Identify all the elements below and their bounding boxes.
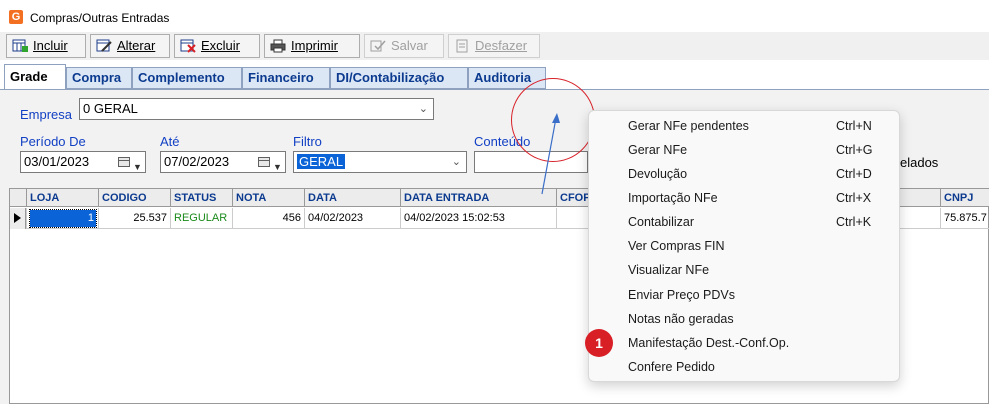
tab-financeiro[interactable]: Financeiro: [242, 67, 330, 89]
caret-down-icon: ▼: [133, 162, 142, 172]
tab-strip: Grade Compra Complemento Financeiro DI/C…: [0, 64, 989, 90]
column-header-codigo[interactable]: CODIGO: [98, 189, 170, 207]
insert-record-icon: [12, 39, 28, 52]
cell-loja[interactable]: 1: [26, 208, 98, 229]
menu-item-label: Contabilizar: [628, 215, 695, 229]
column-header-cnpj[interactable]: CNPJ: [940, 189, 989, 207]
menu-item-label: Enviar Preço PDVs: [628, 288, 735, 302]
menu-item-devolucao[interactable]: Devolução Ctrl+D: [589, 162, 899, 186]
menu-item-confere-pedido[interactable]: Confere Pedido: [589, 355, 899, 379]
chevron-down-icon: ⌄: [418, 103, 428, 115]
menu-item-label: Ver Compras FIN: [628, 239, 725, 253]
filtro-select[interactable]: GERAL ⌄: [293, 151, 467, 173]
tab-grade[interactable]: Grade: [4, 64, 66, 90]
alterar-label: Alterar: [117, 38, 156, 53]
imprimir-label: Imprimir: [291, 38, 338, 53]
cell-codigo[interactable]: 25.537: [98, 208, 170, 229]
cell-loja-value: 1: [29, 209, 97, 228]
filtro-value: GERAL: [297, 154, 346, 169]
desfazer-label: Desfazer: [475, 38, 528, 53]
menu-item-manifestacao-dest[interactable]: Manifestação Dest.-Conf.Op.: [589, 331, 899, 355]
tab-complemento[interactable]: Complemento: [132, 67, 242, 89]
column-header-data[interactable]: DATA: [304, 189, 400, 207]
menu-item-ver-compras-fin[interactable]: Ver Compras FIN: [589, 234, 899, 258]
delete-record-icon: [180, 39, 196, 53]
salvar-button[interactable]: Salvar: [364, 34, 444, 58]
periodo-date-input[interactable]: 03/01/2023 ▼: [20, 151, 146, 173]
edit-record-icon: [96, 39, 112, 52]
menu-item-shortcut: Ctrl+X: [836, 191, 872, 205]
cell-cnpj[interactable]: 75.875.7: [940, 208, 989, 229]
context-menu: Gerar NFe pendentes Ctrl+N Gerar NFe Ctr…: [588, 110, 900, 382]
calendar-icon[interactable]: [258, 157, 270, 167]
cell-nota[interactable]: 456: [232, 208, 304, 229]
caret-down-icon: ▼: [273, 162, 282, 172]
menu-item-gerar-nfe[interactable]: Gerar NFe Ctrl+G: [589, 138, 899, 162]
cell-data[interactable]: 04/02/2023: [304, 208, 400, 229]
column-header-nota[interactable]: NOTA: [232, 189, 304, 207]
cancelados-partial-label: elados: [900, 155, 939, 170]
menu-item-label: Confere Pedido: [628, 360, 715, 374]
menu-item-shortcut: Ctrl+K: [836, 215, 872, 229]
toolbar: Incluir Alterar Excluir Imprimir Salvar …: [0, 32, 989, 60]
menu-item-label: Gerar NFe: [628, 143, 688, 157]
ate-date-input[interactable]: 07/02/2023 ▼: [160, 151, 286, 173]
printer-icon: [270, 39, 286, 53]
column-header-loja[interactable]: LOJA: [26, 189, 98, 207]
chevron-down-icon: ⌄: [451, 156, 461, 168]
annotation-arrow-icon: [541, 113, 560, 195]
menu-item-label: Gerar NFe pendentes: [628, 119, 749, 133]
menu-item-label: Manifestação Dest.-Conf.Op.: [628, 336, 790, 350]
tab-di-contabilizacao[interactable]: DI/Contabilização: [330, 67, 468, 89]
cell-status[interactable]: REGULAR: [170, 208, 232, 229]
undo-icon: [456, 39, 468, 53]
empresa-select[interactable]: 0 GERAL ⌄: [79, 98, 434, 120]
calendar-icon[interactable]: [118, 157, 130, 167]
menu-item-importacao-nfe[interactable]: Importação NFe Ctrl+X: [589, 186, 899, 210]
incluir-button[interactable]: Incluir: [6, 34, 86, 58]
menu-item-label: Visualizar NFe: [628, 263, 710, 277]
imprimir-button[interactable]: Imprimir: [264, 34, 360, 58]
menu-item-shortcut: Ctrl+D: [836, 167, 872, 181]
filtro-label: Filtro: [293, 134, 322, 149]
column-header-status[interactable]: STATUS: [170, 189, 232, 207]
menu-item-visualizar-nfe[interactable]: Visualizar NFe: [589, 258, 899, 282]
annotation-badge: 1: [585, 329, 613, 357]
ate-value: 07/02/2023: [164, 154, 230, 169]
menu-item-gerar-nfe-pendentes[interactable]: Gerar NFe pendentes Ctrl+N: [589, 114, 899, 138]
ate-label: Até: [160, 134, 180, 149]
periodo-value: 03/01/2023: [24, 154, 90, 169]
empresa-value: 0 GERAL: [83, 101, 138, 116]
periodo-label: Período De: [20, 134, 86, 149]
menu-item-shortcut: Ctrl+N: [836, 119, 872, 133]
menu-item-label: Importação NFe: [628, 191, 718, 205]
menu-item-notas-nao-geradas[interactable]: Notas não geradas: [589, 307, 899, 331]
excluir-button[interactable]: Excluir: [174, 34, 260, 58]
save-check-icon: [370, 40, 386, 52]
cell-data-entrada[interactable]: 04/02/2023 15:02:53: [400, 208, 556, 229]
empresa-label: Empresa: [20, 107, 73, 122]
row-indicator-icon: [10, 208, 26, 229]
excluir-label: Excluir: [201, 38, 241, 53]
menu-item-shortcut: Ctrl+G: [836, 143, 873, 157]
tab-compra[interactable]: Compra: [66, 67, 132, 89]
app-logo-icon: G: [9, 10, 23, 24]
salvar-label: Salvar: [391, 38, 428, 53]
window-title: Compras/Outras Entradas: [30, 11, 170, 25]
desfazer-button[interactable]: Desfazer: [448, 34, 540, 58]
title-bar: G Compras/Outras Entradas: [0, 0, 989, 32]
menu-item-enviar-preco-pdvs[interactable]: Enviar Preço PDVs: [589, 283, 899, 307]
menu-item-contabilizar[interactable]: Contabilizar Ctrl+K: [589, 210, 899, 234]
menu-item-label: Notas não geradas: [628, 312, 734, 326]
alterar-button[interactable]: Alterar: [90, 34, 170, 58]
incluir-label: Incluir: [33, 38, 68, 53]
menu-item-label: Devolução: [628, 167, 688, 181]
